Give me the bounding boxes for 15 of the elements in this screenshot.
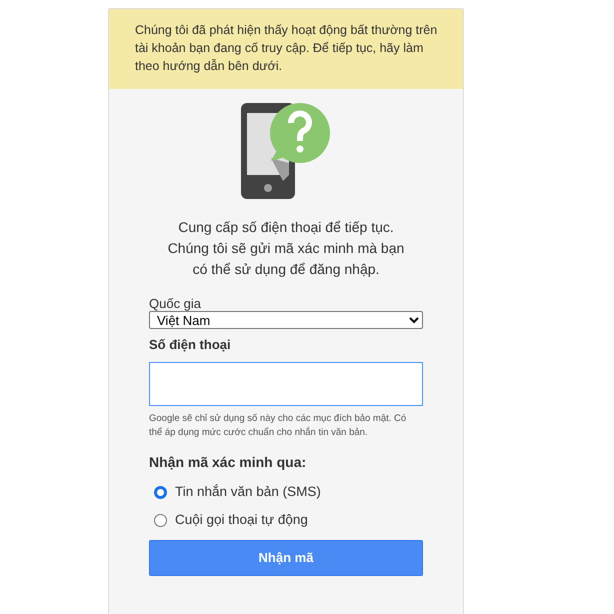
phone-question-icon (241, 103, 331, 199)
intro-text: Chúng tôi sẽ gửi mã xác minh mà bạn (168, 239, 404, 258)
phone-hint-text: Google sẽ chỉ sử dụng số này cho các mục đích bảo mật. Có thể áp dụng mức cước chuẩn cho nhắn tin văn bản. (149, 412, 408, 440)
country-select[interactable]: Việt Nam (149, 311, 423, 329)
intro-text: có thể sử dụng để đăng nhập. (192, 260, 380, 279)
radio-option[interactable]: Tin nhắn văn bản (SMS) (149, 482, 423, 502)
intro-text: Cung cấp số điện thoại để tiếp tục. (178, 218, 394, 237)
radio-button[interactable] (154, 486, 167, 499)
alert-text: Chúng tôi đã phát hiện thấy hoạt động bất thường trên tài khoản bạn đang cố truy cập. Để tiếp tục, hãy làm theo hướng dẫn bên dưới. (135, 22, 438, 75)
phone-label: Số điện thoại (149, 336, 232, 354)
phone-input-field[interactable] (149, 362, 423, 406)
radio-button[interactable] (154, 514, 167, 527)
radio-option[interactable]: Cuội gọi thoại tự động (149, 510, 423, 530)
method-label: Nhận mã xác minh qua: (149, 452, 308, 472)
country-label: Quốc gia (149, 296, 202, 311)
